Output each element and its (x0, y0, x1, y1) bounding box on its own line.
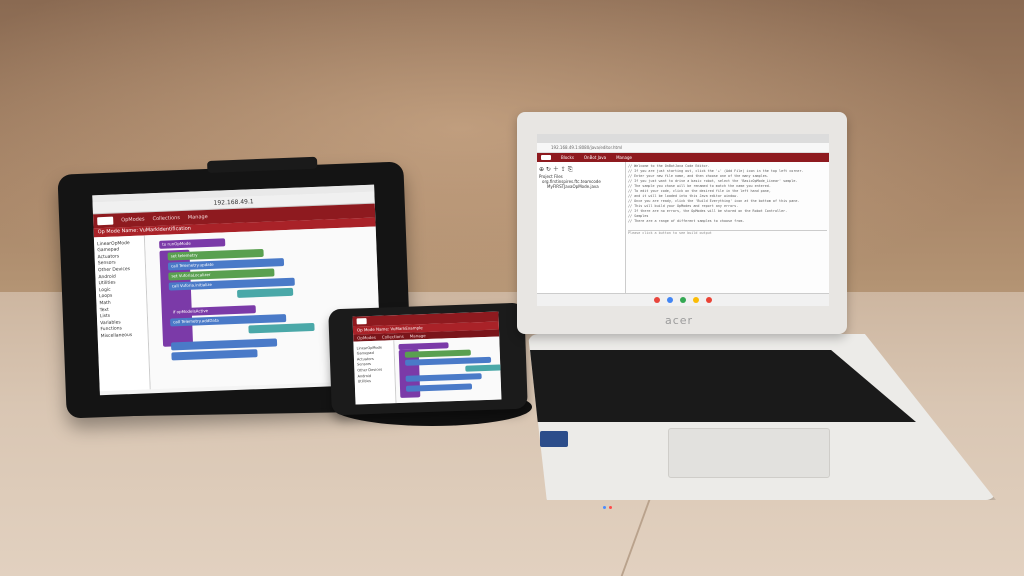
laptop-touchpad[interactable] (668, 428, 830, 478)
project-toolbar: ⊕ ↻ ＋ ⇪ ⎘ (539, 166, 573, 173)
status-leds (603, 494, 617, 509)
first-logo-icon (541, 155, 551, 160)
file-tree-item[interactable]: MyFIRSTJavaOpMode.java (539, 184, 623, 189)
toolbox-item[interactable]: Sensors (357, 362, 391, 366)
chrome-icon[interactable] (654, 297, 660, 303)
code-block[interactable] (171, 349, 258, 361)
toolbox-item[interactable]: Loops (99, 293, 143, 300)
code-block[interactable] (236, 287, 294, 298)
toolbox-item[interactable]: Utilities (358, 378, 392, 383)
toolbox-item[interactable]: Variables (100, 319, 144, 326)
code-block[interactable] (405, 383, 473, 392)
led-icon (609, 506, 612, 509)
phone-tab-manage[interactable]: Manage (410, 333, 426, 339)
code-block[interactable] (465, 364, 502, 372)
code-block[interactable]: to runOpMode (159, 238, 226, 249)
code-editor[interactable]: // Welcome to the OnBotJava Code Editor.… (626, 162, 829, 295)
toolbox-item[interactable]: Logic (99, 286, 143, 293)
first-logo-icon (356, 318, 367, 325)
tablet-tab-manage[interactable]: Manage (188, 214, 208, 221)
toolbox-item[interactable]: Android (357, 373, 391, 378)
onbot-header: Blocks OnBot Java Manage (537, 153, 829, 162)
toolbox-item[interactable]: Android (98, 273, 142, 280)
toolbox-item[interactable]: Text (100, 306, 144, 312)
phone-toolbox: LinearOpMode Gamepad Actuators Sensors O… (353, 340, 397, 405)
toolbox-item[interactable]: Miscellaneous (101, 332, 145, 339)
toolbox-item[interactable]: Actuators (357, 356, 391, 362)
phone-tab-collections[interactable]: Collections (382, 334, 404, 340)
phone-block-canvas[interactable] (394, 336, 502, 404)
phone-tab-opmodes[interactable]: OpModes (357, 335, 376, 341)
toolbox-item[interactable]: LinearOpMode (97, 240, 141, 247)
toolbox-item[interactable]: Gamepad (357, 350, 391, 356)
first-logo-icon (97, 216, 114, 226)
phone-blocks-workspace: LinearOpMode Gamepad Actuators Sensors O… (353, 336, 502, 405)
tablet-toolbox: LinearOpMode Gamepad Actuators Sensors O… (93, 235, 151, 392)
laptop-tab-onbot-java[interactable]: OnBot Java (584, 155, 606, 160)
os-shelf (537, 293, 829, 306)
build-output: Please click a button to see build outpu… (628, 230, 827, 236)
app-icon[interactable] (680, 297, 686, 303)
app-icon[interactable] (706, 297, 712, 303)
tablet-tab-opmodes[interactable]: OpModes (121, 216, 145, 223)
toolbox-item[interactable]: Other Devices (357, 367, 391, 373)
laptop-tab-manage[interactable]: Manage (616, 155, 632, 160)
intel-sticker (540, 431, 568, 447)
code-block[interactable] (404, 349, 471, 358)
toolbox-item[interactable]: Actuators (98, 253, 142, 260)
app-icon[interactable] (667, 297, 673, 303)
toolbox-item[interactable]: Math (99, 299, 143, 306)
toolbox-item[interactable]: Gamepad (97, 247, 141, 254)
code-line: // There are a range of different sample… (628, 219, 745, 223)
code-block[interactable] (405, 373, 482, 382)
toolbox-item[interactable]: Utilities (99, 280, 143, 287)
tablet-tab-collections[interactable]: Collections (152, 215, 180, 222)
toolbox-item[interactable]: LinearOpMode (357, 345, 391, 350)
laptop-lid: 192.168.49.1:8080/java/editor.html Block… (517, 112, 847, 334)
phone-screen: Op Mode Name: VuMarkExample OpModes Coll… (352, 311, 502, 405)
browser-address-bar[interactable]: 192.168.49.1:8080/java/editor.html (537, 143, 829, 153)
app-icon[interactable] (693, 297, 699, 303)
laptop-screen: 192.168.49.1:8080/java/editor.html Block… (537, 134, 829, 306)
browser-tab-strip[interactable] (537, 134, 829, 143)
onbot-body: ⊕ ↻ ＋ ⇪ ⎘ Project Files org.firstinspire… (537, 162, 829, 295)
toolbox-item[interactable]: Other Devices (98, 267, 142, 273)
project-files-pane: ⊕ ↻ ＋ ⇪ ⎘ Project Files org.firstinspire… (537, 162, 626, 295)
laptop-tab-blocks[interactable]: Blocks (561, 155, 574, 160)
code-block[interactable] (248, 322, 315, 334)
toolbox-item[interactable]: Functions (100, 326, 144, 333)
toolbox-item[interactable]: Sensors (98, 260, 142, 267)
led-icon (603, 506, 606, 509)
laptop-brand-logo: acer (665, 314, 694, 327)
toolbox-item[interactable]: Lists (100, 313, 144, 319)
phone-device: Op Mode Name: VuMarkExample OpModes Coll… (328, 302, 528, 416)
